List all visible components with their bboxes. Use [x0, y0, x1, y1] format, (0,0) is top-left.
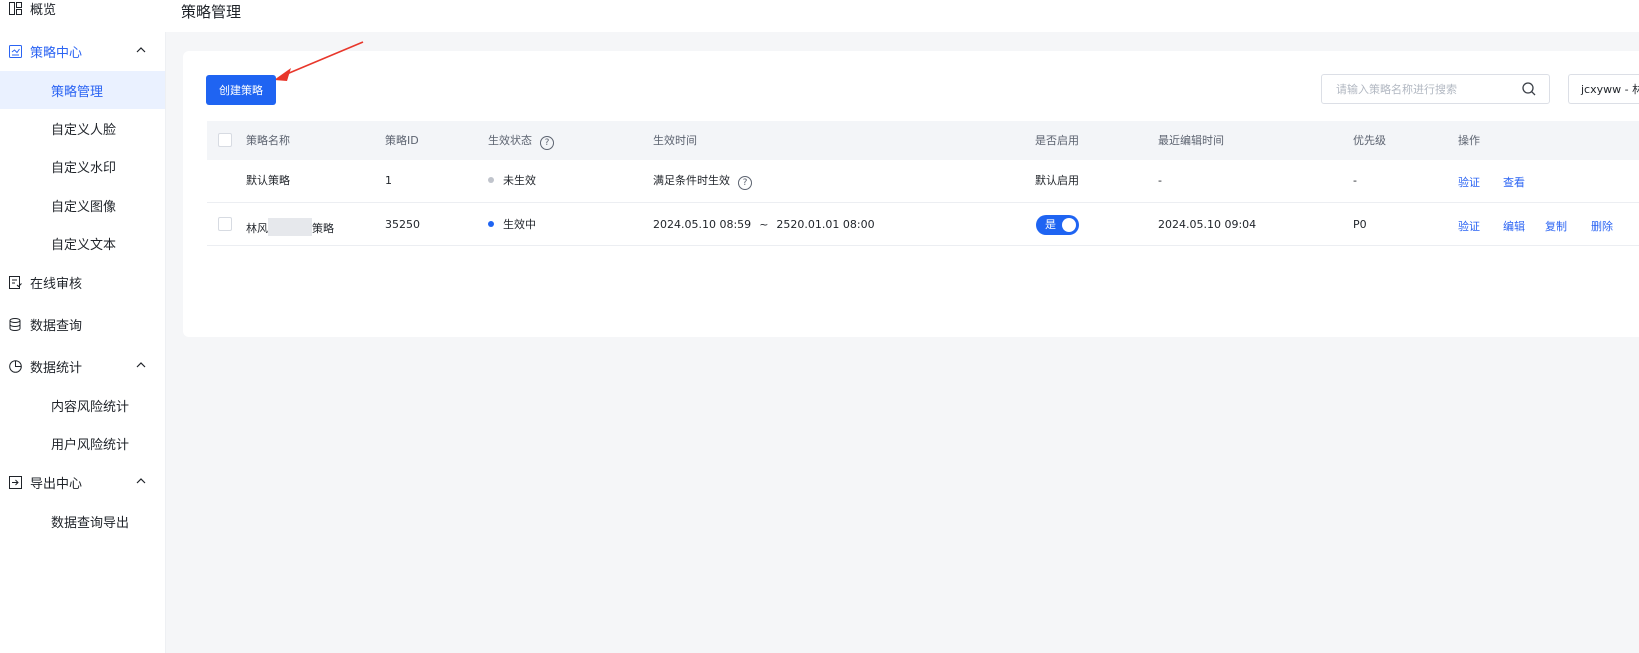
status-dot-icon [488, 177, 494, 183]
sidebar-item-user-risk-stats[interactable]: 用户风险统计 [0, 424, 165, 462]
help-icon[interactable]: ? [738, 176, 752, 190]
status-badge: 生效中 [488, 218, 536, 232]
sidebar-item-label: 数据查询导出 [51, 515, 130, 531]
column-header-status: 生效状态? [488, 134, 554, 150]
sidebar-item-overview[interactable]: 概览 [0, 0, 165, 27]
name-suffix: 策略 [312, 222, 334, 235]
status-badge: 未生效 [488, 174, 536, 188]
sidebar-group-data-stats[interactable]: 数据统计 [0, 347, 165, 385]
cell-enabled: 默认启用 [1035, 174, 1079, 187]
review-icon [8, 275, 22, 289]
sidebar-item-data-query[interactable]: 数据查询 [0, 305, 165, 343]
cell-name: 默认策略 [246, 174, 290, 187]
overview-icon [8, 1, 22, 15]
sidebar-group-export-center[interactable]: 导出中心 [0, 463, 165, 501]
sidebar-item-strategy-management[interactable]: 策略管理 [0, 71, 165, 109]
view-link[interactable]: 查看 [1503, 176, 1525, 190]
status-label: 未生效 [503, 174, 536, 187]
verify-link[interactable]: 验证 [1458, 220, 1480, 234]
time-start: 2024.05.10 08:59 [653, 218, 752, 231]
cell-time: 2024.05.10 08:59 ~2520.01.01 08:00 [653, 218, 875, 232]
annotation-arrow-icon [274, 41, 364, 81]
name-prefix: 林风 [246, 222, 268, 235]
time-label: 满足条件时生效 [653, 174, 730, 187]
search-icon[interactable] [1521, 81, 1537, 97]
column-header-time: 生效时间 [653, 134, 697, 147]
cell-edited: 2024.05.10 09:04 [1158, 218, 1257, 231]
delete-link[interactable]: 删除 [1591, 220, 1613, 234]
verify-link[interactable]: 验证 [1458, 176, 1480, 190]
page-title: 策略管理 [181, 3, 242, 21]
column-header-id: 策略ID [385, 134, 419, 147]
sidebar-item-label: 自定义文本 [51, 237, 117, 253]
edit-link[interactable]: 编辑 [1503, 220, 1525, 234]
cell-id: 35250 [385, 218, 420, 231]
toggle-knob [1062, 218, 1076, 232]
sidebar-item-custom-image[interactable]: 自定义图像 [0, 186, 165, 224]
sidebar-item-label: 数据统计 [30, 360, 83, 376]
row-divider [207, 202, 1639, 203]
row-divider [207, 245, 1639, 246]
sidebar-group-strategy-center[interactable]: 策略中心 [0, 32, 165, 70]
sidebar-item-label: 策略中心 [30, 45, 83, 61]
strategy-icon [8, 44, 22, 58]
chevron-up-icon[interactable] [134, 474, 148, 488]
create-strategy-button[interactable]: 创建策略 [206, 75, 276, 105]
sidebar: 概览 策略中心 策略管理 自定义人脸 自定义水印 自定义图像 自定义文本 在线审… [0, 0, 166, 653]
sidebar-item-data-query-export[interactable]: 数据查询导出 [0, 502, 165, 540]
sidebar-item-content-risk-stats[interactable]: 内容风险统计 [0, 386, 165, 424]
enable-toggle[interactable]: 是 [1036, 215, 1079, 235]
sidebar-item-custom-face[interactable]: 自定义人脸 [0, 109, 165, 147]
column-header-priority: 优先级 [1353, 134, 1386, 147]
page-header [165, 0, 1639, 32]
search-input[interactable] [1334, 81, 1521, 97]
time-separator: ~ [759, 218, 769, 231]
sidebar-item-custom-watermark[interactable]: 自定义水印 [0, 147, 165, 185]
cell-priority: - [1353, 174, 1357, 187]
export-icon [8, 475, 22, 489]
sidebar-item-label: 用户风险统计 [51, 437, 130, 453]
sidebar-item-label: 导出中心 [30, 476, 83, 492]
status-dot-icon [488, 221, 494, 227]
sidebar-item-custom-text[interactable]: 自定义文本 [0, 224, 165, 262]
database-icon [8, 317, 22, 331]
cell-id: 1 [385, 174, 392, 187]
search-box [1321, 74, 1550, 104]
column-header-actions: 操作 [1458, 134, 1480, 147]
table-header [207, 121, 1639, 160]
redacted-block [268, 218, 312, 236]
cell-name: 林风 策略 [246, 218, 334, 236]
sidebar-item-label: 内容风险统计 [51, 399, 130, 415]
sidebar-item-online-review[interactable]: 在线审核 [0, 263, 165, 301]
row-checkbox[interactable] [218, 217, 232, 231]
chevron-up-icon[interactable] [134, 43, 148, 57]
account-select[interactable]: jcxyww - 林 [1568, 74, 1639, 104]
pie-chart-icon [8, 359, 22, 373]
sidebar-item-label: 自定义图像 [51, 199, 117, 215]
cell-priority: P0 [1353, 218, 1367, 231]
column-header-label: 生效状态 [488, 134, 532, 147]
toggle-label: 是 [1045, 218, 1056, 231]
column-header-enabled: 是否启用 [1035, 134, 1079, 147]
status-label: 生效中 [503, 218, 536, 231]
help-icon[interactable]: ? [540, 136, 554, 150]
sidebar-item-label: 数据查询 [30, 318, 83, 334]
chevron-up-icon[interactable] [134, 358, 148, 372]
sidebar-item-label: 自定义水印 [51, 160, 117, 176]
copy-link[interactable]: 复制 [1545, 220, 1567, 234]
column-header-name: 策略名称 [246, 134, 290, 147]
time-end: 2520.01.01 08:00 [776, 218, 875, 231]
sidebar-item-label: 在线审核 [30, 276, 83, 292]
select-all-checkbox[interactable] [218, 133, 232, 147]
sidebar-item-label: 自定义人脸 [51, 122, 117, 138]
column-header-edited: 最近编辑时间 [1158, 134, 1224, 147]
sidebar-item-label: 概览 [30, 2, 57, 18]
cell-edited: - [1158, 174, 1162, 187]
sidebar-item-label: 策略管理 [51, 84, 104, 100]
cell-time: 满足条件时生效? [653, 174, 752, 190]
